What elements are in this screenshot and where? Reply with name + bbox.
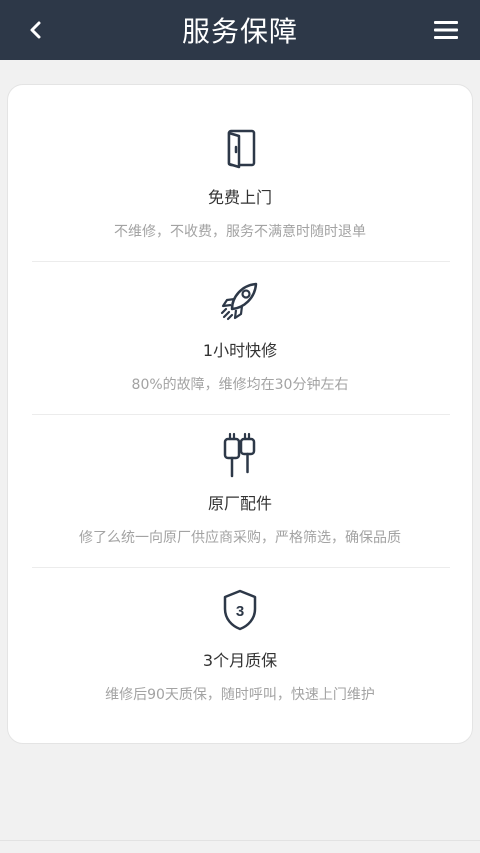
feature-description: 修了么统一向原厂供应商采购，严格筛选，确保品质	[79, 530, 401, 546]
back-button[interactable]	[20, 14, 52, 46]
feature-item-free-visit: 免费上门 不维修，不收费，服务不满意时随时退单	[8, 85, 472, 261]
connector-cables-icon	[218, 432, 262, 478]
svg-text:3: 3	[236, 603, 244, 620]
feature-title: 3个月质保	[202, 651, 278, 670]
hamburger-menu-icon	[434, 21, 458, 39]
feature-item-warranty: 3 3个月质保 维修后90天质保，随时呼叫，快速上门维护	[8, 568, 472, 745]
page-title: 服务保障	[181, 15, 298, 48]
feature-description: 维修后90天质保，随时呼叫，快速上门维护	[105, 687, 375, 703]
chevron-left-icon	[30, 21, 41, 39]
top-navbar: 服务保障	[0, 0, 480, 60]
feature-title: 1小时快修	[202, 341, 278, 360]
bottom-divider	[0, 840, 480, 841]
menu-button[interactable]	[430, 14, 462, 46]
feature-item-fast-repair: 1小时快修 80%的故障，维修均在30分钟左右	[8, 262, 472, 414]
feature-description: 不维修，不收费，服务不满意时随时退单	[114, 224, 366, 240]
service-guarantee-card: 免费上门 不维修，不收费，服务不满意时随时退单 1小时快修 80%的故障，维修均…	[7, 84, 473, 744]
rocket-icon	[218, 279, 262, 323]
door-icon	[218, 126, 262, 170]
feature-title: 免费上门	[207, 188, 272, 207]
feature-item-original-parts: 原厂配件 修了么统一向原厂供应商采购，严格筛选，确保品质	[8, 415, 472, 568]
feature-title: 原厂配件	[207, 494, 272, 513]
shield-3-icon: 3	[218, 588, 262, 632]
feature-description: 80%的故障，维修均在30分钟左右	[131, 377, 349, 393]
